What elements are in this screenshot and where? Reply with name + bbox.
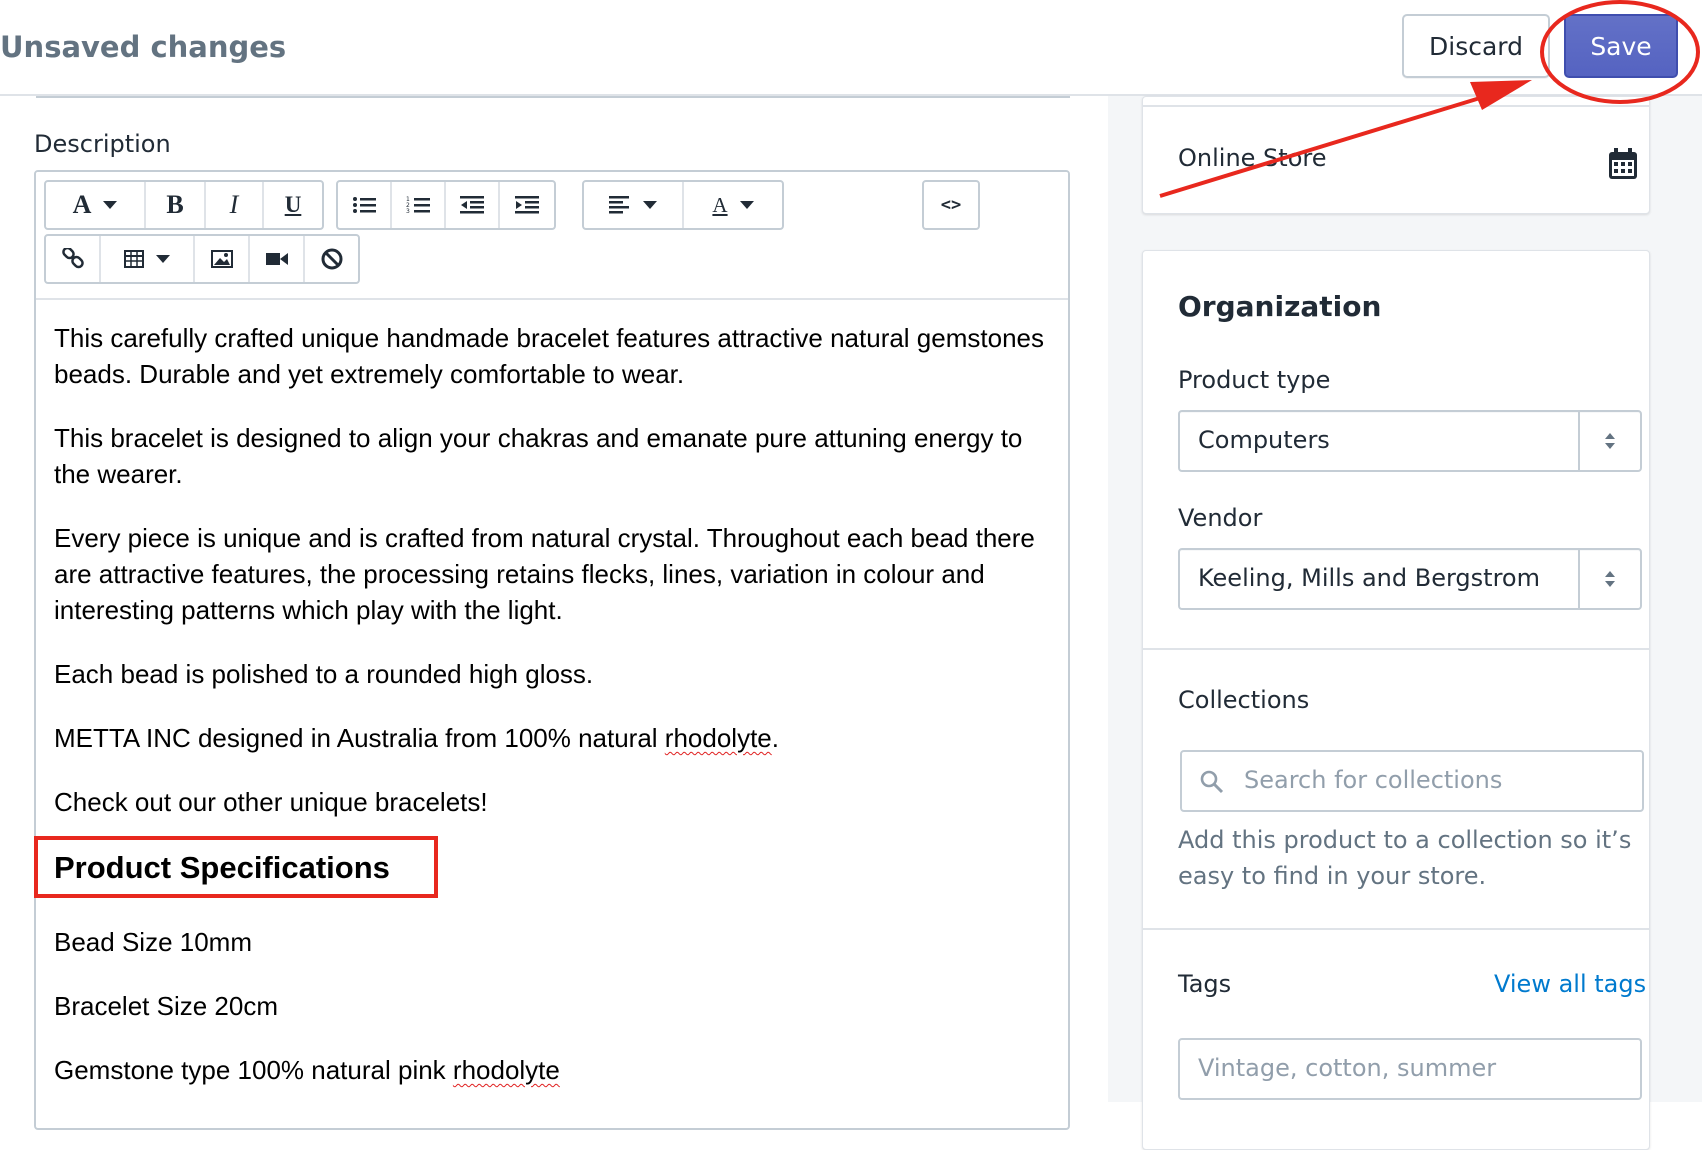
outdent-button[interactable] [446,182,501,228]
product-type-label: Product type [1178,366,1331,394]
video-button[interactable] [250,236,305,282]
table-dropdown[interactable] [101,236,195,282]
code-view-button[interactable]: <> [924,182,978,228]
collections-search-input[interactable]: Search for collections [1180,750,1644,812]
paragraph: This bracelet is designed to align your … [54,423,1023,489]
vendor-value: Keeling, Mills and Bergstrom [1198,564,1540,592]
align-dropdown[interactable] [584,182,684,228]
view-all-tags-link[interactable]: View all tags [1494,970,1646,998]
paragraph: This carefully crafted unique handmade b… [54,323,1044,389]
image-button[interactable] [195,236,250,282]
clear-format-icon [321,248,342,270]
tags-label: Tags [1178,970,1232,998]
clear-format-button[interactable] [305,236,358,282]
paragraph: Every piece is unique and is crafted fro… [54,523,1035,625]
chevron-down-icon [739,201,754,209]
underline-button[interactable]: U [264,182,322,228]
select-arrows-icon [1578,550,1640,608]
code-group: <> [922,180,980,230]
bold-button[interactable]: B [146,182,206,228]
insert-group [44,234,360,284]
editor-content[interactable]: This carefully crafted unique handmade b… [54,320,1054,1116]
description-editor[interactable]: A B I U 123 A <> This carefully crafted … [34,170,1070,1130]
search-icon [1200,770,1224,794]
description-label: Description [34,130,171,158]
bullet-list-button[interactable] [338,182,393,228]
vendor-label: Vendor [1178,504,1263,532]
discard-button[interactable]: Discard [1402,14,1550,78]
link-icon [61,248,84,269]
calendar-icon[interactable] [1608,148,1638,180]
online-store-label: Online Store [1178,144,1327,172]
help-line: easy to find in your store. [1178,862,1487,890]
collections-label: Collections [1178,686,1310,714]
save-button[interactable]: Save [1564,14,1678,78]
image-icon [210,250,233,268]
link-button[interactable] [46,236,101,282]
video-camera-icon [265,253,288,265]
spelling-error: rhodolyte [664,723,772,753]
format-group: A B I U [44,180,324,230]
align-color-group: A [582,180,784,230]
product-type-value: Computers [1198,426,1330,454]
divider [1143,105,1649,107]
organization-title: Organization [1178,290,1382,323]
chevron-down-icon [156,255,170,263]
tags-placeholder: Vintage, cotton, summer [1198,1054,1497,1082]
annotation-highlight-box [34,836,438,898]
list-group: 123 [336,180,556,230]
collections-search-placeholder: Search for collections [1244,766,1503,794]
vendor-select[interactable]: Keeling, Mills and Bergstrom [1178,548,1642,610]
paragraph: Check out our other unique bracelets! [54,787,488,817]
paragraph: Bracelet Size 20cm [54,991,278,1021]
align-left-icon [609,196,629,214]
collections-help-text: Add this product to a collection so it’s… [1178,822,1631,894]
page-title: Unsaved changes [0,30,287,64]
product-type-select[interactable]: Computers [1178,410,1642,472]
bullet-list-icon [353,197,376,213]
select-arrows-icon [1578,412,1640,470]
text: . [771,723,779,753]
chevron-down-icon [103,201,118,209]
text: Gemstone type 100% natural pink [54,1055,453,1085]
editor-toolbar: A B I U 123 A <> [36,172,1068,300]
top-bar: Unsaved changes Discard Save [0,0,1702,96]
paragraph: Gemstone type 100% natural pink rhodolyt… [54,1052,1054,1088]
text: METTA INC designed in Australia from 100… [54,723,665,753]
text-color-dropdown[interactable]: A [684,182,782,228]
svg-text:3: 3 [406,208,410,215]
numbered-list-icon: 123 [406,196,431,215]
numbered-list-button[interactable]: 123 [392,182,447,228]
paragraph: Bead Size 10mm [54,927,252,957]
divider [36,96,1070,98]
font-style-dropdown[interactable]: A [46,182,146,228]
text-color-icon: A [712,192,728,217]
outdent-icon [460,196,485,214]
divider [1142,648,1650,650]
chevron-down-icon [643,201,657,209]
tags-input[interactable]: Vintage, cotton, summer [1178,1038,1642,1100]
indent-button[interactable] [500,182,554,228]
divider [1142,928,1650,930]
help-line: Add this product to a collection so it’s [1178,826,1632,854]
table-icon [124,250,144,268]
paragraph: METTA INC designed in Australia from 100… [54,720,1054,756]
italic-button[interactable]: I [206,182,264,228]
indent-icon [515,196,540,214]
paragraph: Each bead is polished to a rounded high … [54,659,594,689]
font-icon: A [72,190,92,219]
spelling-error: rhodolyte [452,1055,560,1085]
